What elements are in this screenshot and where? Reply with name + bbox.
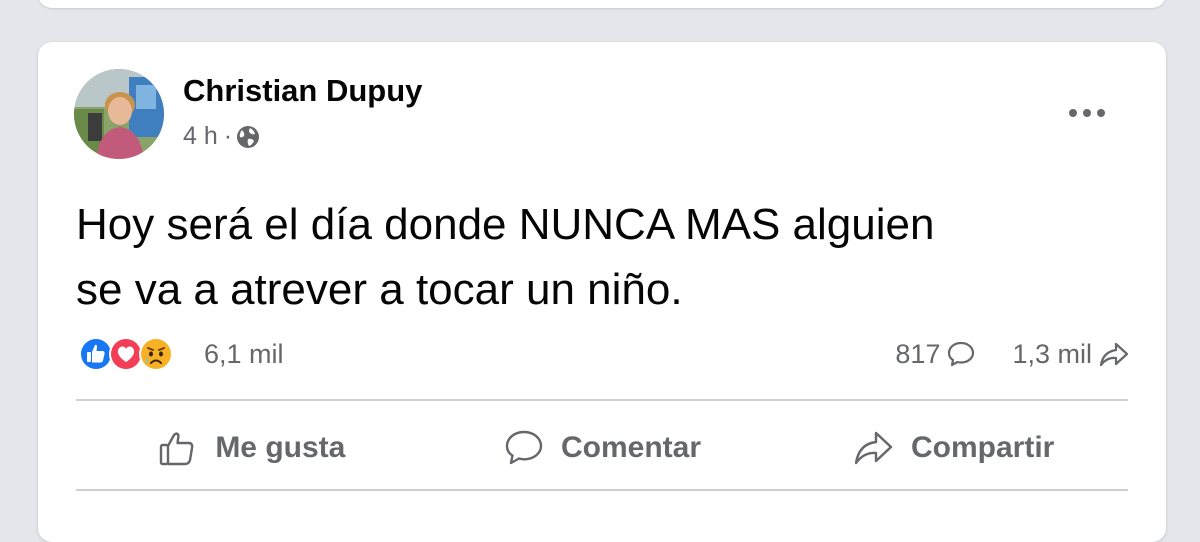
comment-icon xyxy=(948,341,975,367)
comment-icon xyxy=(505,430,543,465)
meta-separator: · xyxy=(223,122,233,150)
post-meta: 4 h · xyxy=(183,122,260,151)
action-bar: Me gusta Comentar Compartir xyxy=(76,408,1128,488)
shares-count-link[interactable]: 1,3 mil xyxy=(1012,339,1130,370)
reactions-summary[interactable]: 6,1 mil xyxy=(78,334,284,374)
globe-icon xyxy=(237,125,260,148)
reaction-count[interactable]: 6,1 mil xyxy=(204,339,284,370)
more-horizontal-icon xyxy=(1069,109,1105,117)
like-button[interactable]: Me gusta xyxy=(76,408,427,488)
share-icon xyxy=(854,431,893,465)
shares-count: 1,3 mil xyxy=(1012,338,1092,369)
comment-label: Comentar xyxy=(560,431,702,464)
divider xyxy=(76,399,1128,401)
post-text: Hoy será el día donde NUNCA MAS alguien … xyxy=(76,192,1136,322)
thumbs-up-icon xyxy=(160,432,194,466)
engagement-stats: 817 1,3 mil xyxy=(895,334,1130,374)
comment-button[interactable]: Comentar xyxy=(427,408,778,488)
like-label: Me gusta xyxy=(215,431,346,464)
post-text-line: Hoy será el día donde NUNCA MAS alguien xyxy=(76,200,935,249)
post-timestamp[interactable]: 4 h xyxy=(183,122,218,151)
sad-reaction-icon xyxy=(139,337,173,371)
post-card: Christian Dupuy 4 h · Hoy será el día do… xyxy=(38,42,1166,542)
previous-post-card xyxy=(38,0,1166,8)
author-name[interactable]: Christian Dupuy xyxy=(183,73,422,109)
comments-count: 817 xyxy=(895,338,941,369)
share-button[interactable]: Compartir xyxy=(777,408,1128,488)
avatar[interactable] xyxy=(74,69,164,159)
post-text-line: se va a atrever a tocar un niño. xyxy=(76,265,683,314)
divider xyxy=(76,489,1128,491)
more-options-button[interactable] xyxy=(1064,98,1110,128)
reaction-icons xyxy=(78,334,202,374)
share-label: Compartir xyxy=(911,431,1055,464)
share-icon xyxy=(1099,342,1129,367)
comments-count-link[interactable]: 817 xyxy=(895,339,976,370)
